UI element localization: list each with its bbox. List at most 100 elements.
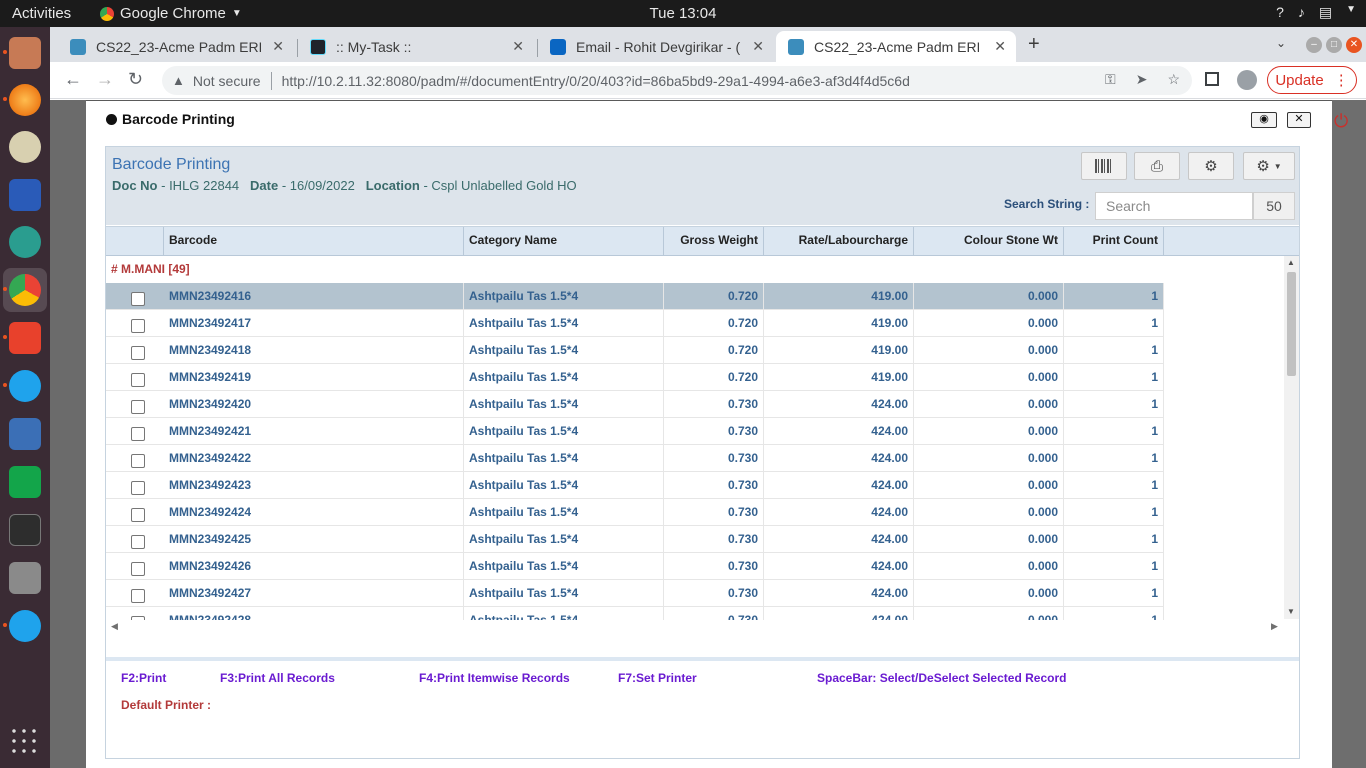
shortcut-f4[interactable]: F4:Print Itemwise Records xyxy=(419,671,570,685)
maximize-icon[interactable]: □ xyxy=(1326,37,1342,53)
calculator-icon[interactable] xyxy=(9,562,41,594)
cell-print-count[interactable]: 1 xyxy=(1064,580,1164,607)
column-header-rate[interactable]: Rate/Labourcharge xyxy=(764,227,914,256)
terminal-icon[interactable] xyxy=(9,514,41,546)
tab-erp-1[interactable]: CS22_23-Acme Padm ERP ✕ xyxy=(58,31,294,62)
cell-barcode[interactable]: MMN23492417 xyxy=(164,310,464,337)
chrome-dock-icon[interactable] xyxy=(3,274,41,306)
vertical-scrollbar[interactable]: ▲ ▼ xyxy=(1284,256,1299,619)
table-row[interactable]: MMN23492416 Ashtpailu Tas 1.5*4 0.720 419.0… xyxy=(106,283,1164,310)
group-header-row[interactable]: # M.MANI [49] xyxy=(106,256,1164,283)
scroll-left-icon[interactable]: ◀ xyxy=(111,621,118,632)
cell-barcode[interactable]: MMN23492426 xyxy=(164,553,464,580)
row-checkbox[interactable] xyxy=(131,481,145,495)
print-button[interactable]: ⎙ xyxy=(1134,152,1180,180)
side-panel-icon[interactable] xyxy=(1205,72,1219,86)
tab-erp-active[interactable]: CS22_23-Acme Padm ERP ✕ xyxy=(776,31,1016,62)
cell-print-count[interactable]: 1 xyxy=(1064,283,1164,310)
tab-my-task[interactable]: :: My-Task :: ✕ xyxy=(298,31,534,62)
reload-icon[interactable]: ↻ xyxy=(128,69,143,90)
row-checkbox[interactable] xyxy=(131,427,145,441)
system-monitor-icon[interactable] xyxy=(9,131,41,163)
cell-print-count[interactable]: 1 xyxy=(1064,607,1164,620)
firefox-icon[interactable] xyxy=(3,84,41,116)
bookmark-star-icon[interactable]: ☆ xyxy=(1167,71,1180,88)
cell-barcode[interactable]: MMN23492424 xyxy=(164,499,464,526)
table-row[interactable]: MMN23492420 Ashtpailu Tas 1.5*4 0.730 424.0… xyxy=(106,391,1164,418)
shortcut-f2[interactable]: F2:Print xyxy=(121,671,166,685)
row-checkbox[interactable] xyxy=(131,346,145,360)
column-header-gross-weight[interactable]: Gross Weight xyxy=(664,227,764,256)
shortcut-f7[interactable]: F7:Set Printer xyxy=(618,671,697,685)
table-row[interactable]: MMN23492417 Ashtpailu Tas 1.5*4 0.720 419.0… xyxy=(106,310,1164,337)
close-icon[interactable]: ✕ xyxy=(994,38,1006,55)
close-icon[interactable]: ✕ xyxy=(272,38,284,55)
cell-barcode[interactable]: MMN23492418 xyxy=(164,337,464,364)
minimize-icon[interactable]: – xyxy=(1306,37,1322,53)
close-icon[interactable]: ✕ xyxy=(512,38,524,55)
shortcut-spacebar[interactable]: SpaceBar: Select/DeSelect Selected Recor… xyxy=(817,671,1066,685)
column-header-barcode[interactable]: Barcode xyxy=(164,227,464,256)
scroll-right-icon[interactable]: ▶ xyxy=(1271,621,1278,632)
row-checkbox[interactable] xyxy=(131,589,145,603)
back-arrow-icon[interactable]: ← xyxy=(64,69,82,90)
row-checkbox[interactable] xyxy=(131,508,145,522)
cell-barcode[interactable]: MMN23492419 xyxy=(164,364,464,391)
cell-print-count[interactable]: 1 xyxy=(1064,364,1164,391)
cell-print-count[interactable]: 1 xyxy=(1064,445,1164,472)
power-icon[interactable]: ⏻ xyxy=(1334,111,1348,132)
row-checkbox[interactable] xyxy=(131,373,145,387)
hide-eye-icon[interactable]: ◉ xyxy=(1251,112,1277,128)
table-row[interactable]: MMN23492423 Ashtpailu Tas 1.5*4 0.730 424.0… xyxy=(106,472,1164,499)
scroll-up-icon[interactable]: ▲ xyxy=(1287,258,1295,267)
network-icon[interactable] xyxy=(9,418,41,450)
address-bar[interactable]: ▲ Not secure http://10.2.11.32:8080/padm… xyxy=(162,66,1192,95)
horizontal-scrollbar[interactable]: ◀ ▶ xyxy=(106,620,1284,635)
table-row[interactable]: MMN23492428 Ashtpailu Tas 1.5*4 0.730 424.0… xyxy=(106,607,1164,620)
page-size-box[interactable]: 50 xyxy=(1253,192,1295,220)
cell-barcode[interactable]: MMN23492421 xyxy=(164,418,464,445)
table-row[interactable]: MMN23492419 Ashtpailu Tas 1.5*4 0.720 419.0… xyxy=(106,364,1164,391)
profile-avatar[interactable] xyxy=(1237,70,1257,90)
row-checkbox[interactable] xyxy=(131,400,145,414)
cell-print-count[interactable]: 1 xyxy=(1064,418,1164,445)
cell-barcode[interactable]: MMN23492425 xyxy=(164,526,464,553)
close-icon[interactable]: ✕ xyxy=(752,38,764,55)
row-checkbox[interactable] xyxy=(131,562,145,576)
forward-arrow-icon[interactable]: → xyxy=(96,69,114,90)
remote-desktop-icon[interactable] xyxy=(9,226,41,258)
cell-barcode[interactable]: MMN23492416 xyxy=(164,283,464,310)
send-icon[interactable]: ➤ xyxy=(1136,71,1148,88)
spreadsheet-icon[interactable] xyxy=(9,466,41,498)
row-checkbox[interactable] xyxy=(131,292,145,306)
url-text[interactable]: http://10.2.11.32:8080/padm/#/documentEn… xyxy=(282,73,910,89)
row-checkbox[interactable] xyxy=(131,454,145,468)
cell-print-count[interactable]: 1 xyxy=(1064,553,1164,580)
cell-print-count[interactable]: 1 xyxy=(1064,391,1164,418)
table-row[interactable]: MMN23492425 Ashtpailu Tas 1.5*4 0.730 424.0… xyxy=(106,526,1164,553)
column-header-category[interactable]: Category Name xyxy=(464,227,664,256)
close-icon[interactable]: ✕ xyxy=(1287,112,1311,128)
cell-print-count[interactable]: 1 xyxy=(1064,310,1164,337)
anydesk-icon[interactable] xyxy=(3,322,41,354)
cell-barcode[interactable]: MMN23492428 xyxy=(164,607,464,620)
files-icon[interactable] xyxy=(3,37,41,69)
table-row[interactable]: MMN23492426 Ashtpailu Tas 1.5*4 0.730 424.0… xyxy=(106,553,1164,580)
row-checkbox[interactable] xyxy=(131,319,145,333)
app-menu[interactable]: Google Chrome ▼ xyxy=(100,5,242,22)
cell-print-count[interactable]: 1 xyxy=(1064,499,1164,526)
cell-barcode[interactable]: MMN23492427 xyxy=(164,580,464,607)
shortcut-f3[interactable]: F3:Print All Records xyxy=(220,671,335,685)
skype-second-icon[interactable] xyxy=(3,610,41,642)
barcode-button[interactable] xyxy=(1081,152,1127,180)
security-label[interactable]: Not secure xyxy=(193,73,261,89)
new-tab-button[interactable]: + xyxy=(1028,33,1040,56)
table-row[interactable]: MMN23492418 Ashtpailu Tas 1.5*4 0.720 419.0… xyxy=(106,337,1164,364)
system-tray[interactable]: ? ♪ ▤ ▼ xyxy=(1276,4,1356,21)
scrollbar-thumb[interactable] xyxy=(1287,272,1296,376)
tab-search-chevron-icon[interactable]: ⌄ xyxy=(1276,36,1286,50)
table-row[interactable]: MMN23492427 Ashtpailu Tas 1.5*4 0.730 424.0… xyxy=(106,580,1164,607)
cell-barcode[interactable]: MMN23492420 xyxy=(164,391,464,418)
table-row[interactable]: MMN23492421 Ashtpailu Tas 1.5*4 0.730 424.0… xyxy=(106,418,1164,445)
activities-button[interactable]: Activities xyxy=(12,5,71,22)
